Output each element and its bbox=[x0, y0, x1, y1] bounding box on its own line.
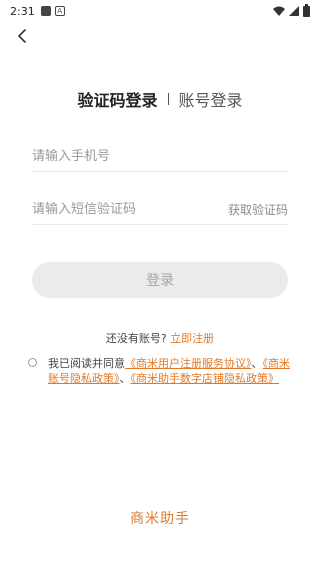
signal-icon bbox=[289, 6, 299, 16]
get-code-button[interactable]: 获取验证码 bbox=[228, 201, 288, 218]
agreement-prefix: 我已阅读并同意 bbox=[48, 357, 125, 370]
brand-footer: 商米助手 bbox=[130, 511, 190, 527]
store-privacy-link[interactable]: 《商米助手数字店铺隐私政策》 bbox=[131, 372, 280, 385]
register-prompt: 还没有账号? bbox=[105, 332, 167, 345]
status-bar: 2:31 A bbox=[0, 0, 320, 22]
status-time: 2:31 bbox=[10, 4, 35, 18]
tab-account-login[interactable]: 账号登录 bbox=[179, 87, 243, 111]
login-button[interactable]: 登录 bbox=[32, 262, 288, 298]
sms-code-input[interactable] bbox=[32, 202, 228, 217]
agreement: 我已阅读并同意《商米用户注册服务协议》、《商米账号隐私政策》、《商米助手数字店铺… bbox=[28, 356, 300, 386]
agreement-sep-2: 、 bbox=[119, 372, 131, 385]
notification-icon bbox=[40, 6, 51, 16]
code-field-row: 获取验证码 bbox=[32, 195, 288, 225]
chevron-left-icon bbox=[18, 29, 26, 43]
agreement-text: 我已阅读并同意《商米用户注册服务协议》、《商米账号隐私政策》、《商米助手数字店铺… bbox=[48, 356, 300, 386]
tab-divider bbox=[167, 93, 169, 105]
battery-icon bbox=[303, 3, 310, 17]
wifi-icon bbox=[273, 6, 285, 16]
login-screen: 2:31 A 验证码登录 账号登录 获取验证码 登录 还没有账号? 立即注册 bbox=[0, 0, 320, 568]
register-row: 还没有账号? 立即注册 bbox=[0, 330, 320, 346]
tab-sms-login[interactable]: 验证码登录 bbox=[77, 87, 157, 111]
phone-field-row bbox=[32, 142, 288, 172]
user-agreement-link[interactable]: 《商米用户注册服务协议》 bbox=[125, 357, 252, 370]
phone-input[interactable] bbox=[32, 149, 288, 164]
register-link[interactable]: 立即注册 bbox=[170, 332, 214, 345]
status-icons bbox=[273, 3, 310, 17]
back-button[interactable] bbox=[10, 24, 34, 48]
login-tabs: 验证码登录 账号登录 bbox=[0, 86, 320, 112]
app-notification-icon: A bbox=[54, 6, 65, 16]
agreement-radio[interactable] bbox=[28, 358, 37, 367]
agreement-sep-1: 、 bbox=[251, 357, 263, 370]
